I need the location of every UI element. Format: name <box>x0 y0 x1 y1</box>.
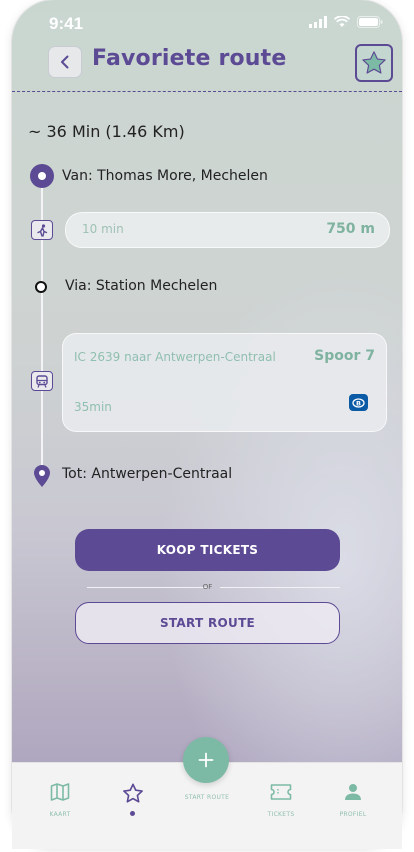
train-duration: 35min <box>74 400 112 414</box>
route-via: Via: Station Mechelen <box>65 278 218 294</box>
svg-text:B: B <box>356 399 361 407</box>
route-duration: ~ 36 Min (1.46 Km) <box>28 122 185 141</box>
via-marker <box>35 281 47 293</box>
or-divider: OF <box>75 582 340 594</box>
train-name: IC 2639 naar Antwerpen-Centraal <box>74 350 276 364</box>
route-to: Tot: Antwerpen-Centraal <box>62 466 233 482</box>
tab-profiel[interactable]: PROFIEL <box>323 783 383 818</box>
plus-icon <box>198 752 214 768</box>
start-route-fab[interactable] <box>183 737 229 783</box>
chevron-left-icon <box>61 55 69 69</box>
tab-tickets[interactable]: TICKETS <box>251 783 311 818</box>
start-marker <box>30 164 54 188</box>
route-from: Van: Thomas More, Mechelen <box>62 168 268 184</box>
signal-icon <box>309 16 327 28</box>
map-icon <box>50 783 70 801</box>
status-time: 9:41 <box>49 14 84 33</box>
user-icon <box>345 784 361 800</box>
walk-distance: 750 m <box>326 221 375 237</box>
ticket-icon <box>270 784 292 800</box>
status-icons <box>309 16 383 28</box>
start-route-fab-label: START ROUTE <box>184 794 230 801</box>
walk-time: 10 min <box>82 222 124 236</box>
tab-tickets-label: TICKETS <box>267 811 295 818</box>
back-button[interactable] <box>48 46 82 78</box>
walk-segment[interactable]: 10 min 750 m <box>65 212 390 248</box>
start-route-button[interactable]: START ROUTE <box>75 602 340 644</box>
nmbs-logo-icon: B <box>349 394 368 411</box>
favorite-button[interactable] <box>355 44 393 82</box>
train-track: Spoor 7 <box>314 348 375 364</box>
walk-icon <box>31 220 53 240</box>
tab-kaart[interactable]: KAART <box>30 783 90 818</box>
header-divider <box>12 91 402 92</box>
star-icon <box>123 783 143 803</box>
tab-kaart-label: KAART <box>49 811 71 818</box>
tab-favorieten[interactable] <box>103 782 163 809</box>
destination-pin-icon <box>33 464 51 492</box>
page-title: Favoriete route <box>92 46 287 71</box>
train-segment[interactable]: IC 2639 naar Antwerpen-Centraal Spoor 7 … <box>62 333 387 432</box>
buy-tickets-button[interactable]: KOOP TICKETS <box>75 529 340 571</box>
active-tab-indicator <box>130 811 135 816</box>
battery-icon <box>357 16 383 28</box>
wifi-icon <box>334 16 350 27</box>
tab-profiel-label: PROFIEL <box>339 811 367 818</box>
train-icon <box>31 371 53 391</box>
star-icon <box>362 51 386 74</box>
